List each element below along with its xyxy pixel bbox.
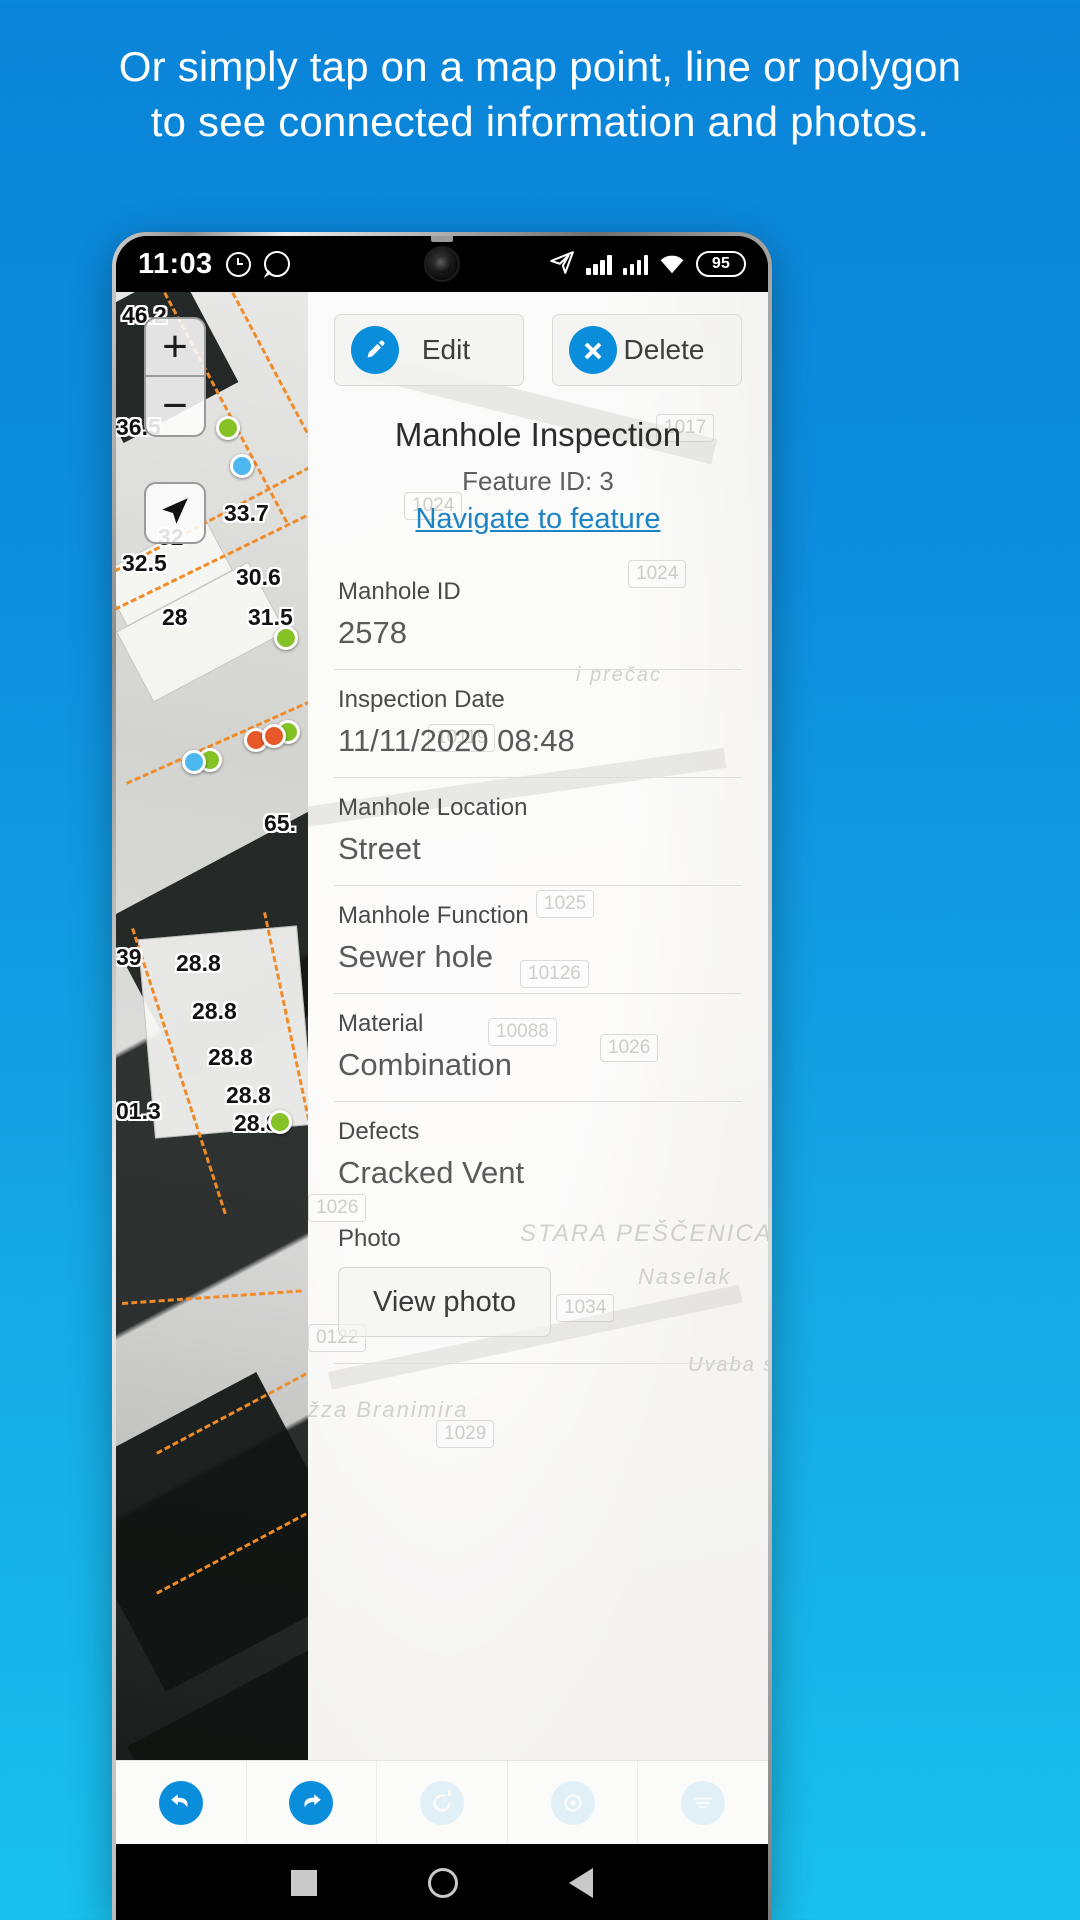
map-feature-point[interactable] xyxy=(262,724,286,748)
cellular-signal-icon xyxy=(622,253,648,275)
gps-arrow-icon xyxy=(158,494,192,533)
map-elevation-label: 33.7 xyxy=(224,500,269,526)
alarm-clock-icon xyxy=(225,251,251,277)
photo-field: Photo View photo xyxy=(334,1209,742,1364)
zoom-in-button[interactable]: + xyxy=(146,319,204,377)
attribute-field: Manhole Location Street xyxy=(334,778,742,886)
attribute-value: Combination xyxy=(338,1047,513,1082)
attribute-value: 2578 xyxy=(338,615,407,650)
status-bar-left: 11:03 xyxy=(138,248,290,281)
wifi-icon xyxy=(659,253,685,275)
map-view[interactable]: + − 46.236.533.73232.530.62831.565.3928.… xyxy=(116,292,308,1844)
phone-screen: 11:03 95 + − 46.2 36.5 33.7 32.5 30.6 28… xyxy=(116,236,768,1920)
map-elevation-label: 65. xyxy=(264,810,296,836)
edit-button[interactable]: Edit xyxy=(334,314,524,386)
status-bar-right: 95 xyxy=(549,249,746,280)
toolbar-button-redo-arrow[interactable] xyxy=(247,1761,378,1844)
map-elevation-label: 01.3 xyxy=(116,1098,161,1124)
view-photo-button[interactable]: View photo xyxy=(338,1267,551,1337)
feature-id: Feature ID: 3 xyxy=(462,466,614,496)
whatsapp-icon xyxy=(263,251,290,277)
cellular-signal-icon xyxy=(586,253,612,275)
map-elevation-label: 28.8 xyxy=(192,998,237,1024)
map-elevation-label: 32.5 xyxy=(122,550,167,576)
attribute-label: Inspection Date xyxy=(338,686,505,713)
attribute-field: Material Combination xyxy=(334,994,742,1102)
navigate-to-feature-link[interactable]: Navigate to feature xyxy=(334,503,742,536)
back-triangle-icon[interactable] xyxy=(568,1868,593,1898)
attribute-label: Manhole Location xyxy=(338,794,528,821)
zoom-out-button[interactable]: − xyxy=(146,377,204,435)
battery-indicator: 95 xyxy=(696,251,746,277)
toolbar-button-layers-list[interactable] xyxy=(638,1761,768,1844)
attribute-label: Material xyxy=(338,1010,424,1037)
redo-arrow-icon xyxy=(289,1780,334,1825)
toolbar-button-target[interactable] xyxy=(508,1761,639,1844)
gps-locate-button[interactable] xyxy=(144,482,206,544)
map-parcel xyxy=(137,925,308,1139)
app-content: + − 46.236.533.73232.530.62831.565.3928.… xyxy=(116,292,768,1844)
photo-field-label: Photo xyxy=(338,1225,401,1252)
map-parcel-number: 1029 xyxy=(436,1420,495,1448)
map-feature-point[interactable] xyxy=(216,416,240,440)
refresh-icon xyxy=(419,1780,464,1825)
map-elevation-label: 39 xyxy=(116,944,142,970)
map-toolbar[interactable] xyxy=(116,1760,768,1844)
layers-list-icon xyxy=(681,1780,726,1825)
phone-device: 11:03 95 + − 46.2 36.5 33.7 32.5 30.6 28… xyxy=(112,232,772,1920)
attribute-value: 11/11/2020 08:48 xyxy=(338,723,575,758)
map-elevation-label: 28.8 xyxy=(176,950,221,976)
attribute-field-list: Manhole ID 2578 Inspection Date 11/11/2020 … xyxy=(334,562,742,1209)
map-feature-point[interactable] xyxy=(230,454,254,478)
feature-info-panel: STARA PEŠČENICA Naselak žza Branimira Uvaba… xyxy=(308,292,768,1844)
toolbar-button-refresh[interactable] xyxy=(377,1761,508,1844)
map-elevation-label: 28.8 xyxy=(226,1082,271,1108)
attribute-value: Sewer hole xyxy=(338,939,494,974)
target-icon xyxy=(550,1780,595,1825)
attribute-label: Defects xyxy=(338,1118,420,1145)
feature-actions: Edit Delete xyxy=(334,314,742,386)
attribute-field: Inspection Date 11/11/2020 08:48 xyxy=(334,670,742,778)
attribute-value: Cracked Vent xyxy=(338,1155,525,1190)
map-zoom-controls[interactable]: + − xyxy=(144,317,206,437)
feature-title: Manhole Inspection xyxy=(394,416,682,453)
earpiece-speaker xyxy=(431,236,453,242)
attribute-value: Street xyxy=(338,831,421,866)
close-circle-icon xyxy=(569,326,617,374)
attribute-label: Manhole Function xyxy=(338,902,529,929)
delete-button-label: Delete xyxy=(623,334,705,365)
delete-button[interactable]: Delete xyxy=(552,314,742,386)
phone-bezel: 11:03 95 + − 46.2 36.5 33.7 32.5 30.6 28… xyxy=(112,232,772,1920)
status-bar-clock: 11:03 xyxy=(138,247,213,280)
map-feature-point[interactable] xyxy=(182,750,206,774)
promo-headline: Or simply tap on a map point, line or po… xyxy=(118,43,962,145)
map-feature-point[interactable] xyxy=(274,626,298,650)
attribute-field: Manhole Function Sewer hole xyxy=(334,886,742,994)
feature-info-content: Edit Delete Manhole Inspection Feature I… xyxy=(308,292,768,1364)
android-navigation-bar[interactable] xyxy=(116,1844,768,1920)
undo-arrow-icon xyxy=(158,1780,203,1825)
recents-square-icon[interactable] xyxy=(291,1870,318,1896)
attribute-label: Manhole ID xyxy=(338,578,461,605)
attribute-field: Manhole ID 2578 xyxy=(334,562,742,670)
map-elevation-label: 28 xyxy=(162,604,188,630)
map-elevation-label: 28.8 xyxy=(208,1044,253,1070)
edit-button-label: Edit xyxy=(421,334,471,365)
front-camera-icon xyxy=(424,246,460,282)
map-feature-point[interactable] xyxy=(268,1110,292,1134)
toolbar-button-undo-arrow[interactable] xyxy=(116,1761,247,1844)
pencil-icon xyxy=(351,326,399,374)
home-circle-icon[interactable] xyxy=(427,1868,458,1898)
map-elevation-label: 30.6 xyxy=(236,564,281,590)
status-bar: 11:03 95 xyxy=(116,236,768,292)
navigation-arrow-icon xyxy=(549,249,575,280)
attribute-field: Defects Cracked Vent xyxy=(334,1102,742,1209)
